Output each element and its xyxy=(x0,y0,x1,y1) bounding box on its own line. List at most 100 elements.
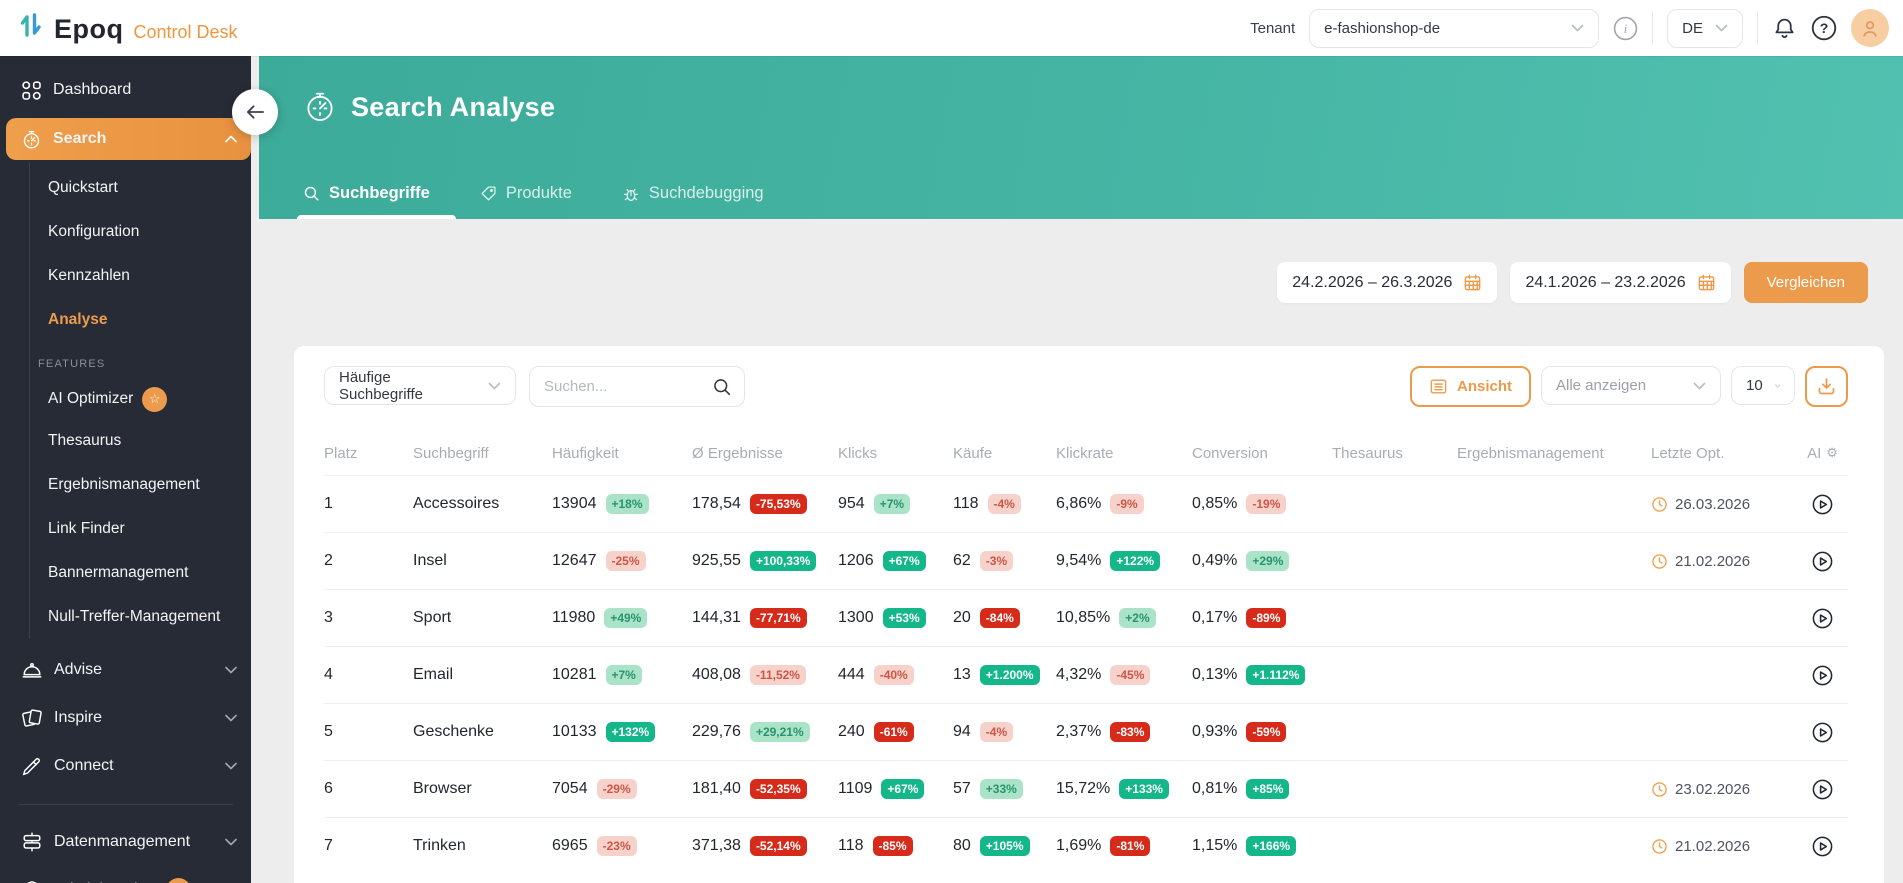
column-header[interactable]: Suchbegriff xyxy=(413,445,552,462)
user-avatar[interactable] xyxy=(1851,9,1889,47)
table-controls: Häufige Suchbegriffe Suchen... Ansicht A… xyxy=(324,366,1848,407)
page-size-select[interactable]: 10 xyxy=(1731,366,1795,405)
collapse-sidebar-button[interactable] xyxy=(232,89,278,135)
column-header[interactable]: Häufigkeit xyxy=(552,445,692,462)
term-type-select[interactable]: Häufige Suchbegriffe xyxy=(324,366,516,405)
chevron-down-icon xyxy=(225,714,237,722)
filter-band: 24.2.2026 – 26.3.2026 24.1.2026 – 23.2.2… xyxy=(259,219,1903,346)
sidebar-item-bannermanagement[interactable]: Bannermanagement xyxy=(0,551,251,595)
purchases-cell: 94 -4% xyxy=(953,722,1056,742)
date-range-picker-current[interactable]: 24.2.2026 – 26.3.2026 xyxy=(1277,262,1498,303)
sidebar-item-quickstart[interactable]: Quickstart xyxy=(0,166,251,210)
sidebar-item-label: Inspire xyxy=(54,709,103,726)
table-row[interactable]: 3 Sport 11980 +49% 144,31 -77,71% 1300 +53%… xyxy=(324,589,1848,646)
show-all-select[interactable]: Alle anzeigen xyxy=(1541,366,1721,405)
delta-badge: -4% xyxy=(979,722,1014,742)
compare-button[interactable]: Vergleichen xyxy=(1743,262,1868,303)
table-search-box xyxy=(529,366,745,407)
tenant-select[interactable]: e-fashionshop-de xyxy=(1309,8,1600,48)
play-details-button[interactable] xyxy=(1811,493,1834,516)
sidebar-item-label: Thesaurus xyxy=(48,432,122,449)
sidebar-section-features: FEATURES xyxy=(38,358,106,370)
purchases-cell: 57 +33% xyxy=(953,779,1056,799)
purchases-cell: 20 -84% xyxy=(953,608,1056,628)
column-header[interactable]: Ø Ergebnisse xyxy=(692,445,838,462)
clock-icon xyxy=(1652,496,1667,512)
tab-produkte[interactable]: Produkte xyxy=(480,184,576,219)
language-select[interactable]: DE xyxy=(1667,8,1743,48)
info-icon[interactable]: i xyxy=(1613,16,1638,41)
sidebar-item-dashboard[interactable]: Dashboard xyxy=(0,68,251,112)
sidebar-item-link-finder[interactable]: Link Finder xyxy=(0,507,251,551)
help-icon[interactable]: ? xyxy=(1811,15,1837,41)
table-row[interactable]: 2 Insel 12647 -25% 925,55 +100,33% 1206 +67… xyxy=(324,532,1848,589)
table-row[interactable]: 7 Trinken 6965 -23% 371,38 -52,14% 118 -85%… xyxy=(324,817,1848,874)
search-icon xyxy=(304,186,319,201)
column-header-ai[interactable]: AI ⚙ xyxy=(1797,445,1848,462)
tab-suchbegriffe[interactable]: Suchbegriffe xyxy=(297,184,456,219)
last-optimization-cell: 23.02.2026 xyxy=(1651,781,1797,798)
play-details-button[interactable] xyxy=(1811,721,1834,744)
date-range-picker-compare[interactable]: 24.1.2026 – 23.2.2026 xyxy=(1510,262,1731,303)
column-header[interactable]: Conversion xyxy=(1192,445,1332,462)
table-row[interactable]: 4 Email 10281 +7% 408,08 -11,52% 444 -40% 1… xyxy=(324,646,1848,703)
gear-icon: ⚙ xyxy=(1826,445,1838,460)
play-details-button[interactable] xyxy=(1811,607,1834,630)
sidebar-item-administration[interactable]: Administration ☆ xyxy=(0,866,251,883)
play-details-button[interactable] xyxy=(1811,835,1834,858)
notifications-bell-icon[interactable] xyxy=(1772,16,1797,41)
avg-results-cell: 178,54 -75,53% xyxy=(692,494,838,514)
sidebar-item-search[interactable]: Search xyxy=(6,118,251,160)
conversion-cell: 0,93% -59% xyxy=(1192,722,1332,742)
sidebar-item-datenmanagement[interactable]: Datenmanagement xyxy=(0,818,251,866)
download-button[interactable] xyxy=(1805,366,1848,407)
view-button[interactable]: Ansicht xyxy=(1409,366,1531,407)
play-details-button[interactable] xyxy=(1811,550,1834,573)
sidebar-item-kennzahlen[interactable]: Kennzahlen xyxy=(0,254,251,298)
play-details-button[interactable] xyxy=(1811,664,1834,687)
column-header[interactable]: Käufe xyxy=(953,445,1056,462)
search-term-cell: Browser xyxy=(413,780,472,797)
play-details-button[interactable] xyxy=(1811,778,1834,801)
delta-badge: -11,52% xyxy=(749,665,806,685)
sidebar-item-konfiguration[interactable]: Konfiguration xyxy=(0,210,251,254)
column-header[interactable]: Thesaurus xyxy=(1332,445,1457,462)
column-header[interactable]: Platz xyxy=(324,445,413,462)
ai-cell xyxy=(1797,778,1848,801)
column-header[interactable]: Klicks xyxy=(838,445,953,462)
rank-cell: 5 xyxy=(324,723,333,740)
sidebar-item-analyse[interactable]: Analyse xyxy=(0,298,251,342)
clock-icon xyxy=(1652,781,1667,797)
sidebar-item-thesaurus[interactable]: Thesaurus xyxy=(0,419,251,463)
frequency-cell: 7054 -29% xyxy=(552,779,692,799)
sidebar-item-null-treffer-management[interactable]: Null-Treffer-Management xyxy=(0,595,251,639)
table-row[interactable]: 6 Browser 7054 -29% 181,40 -52,35% 1109 +67… xyxy=(324,760,1848,817)
sidebar-item-advise[interactable]: Advise xyxy=(0,646,251,694)
sidebar-item-connect[interactable]: Connect xyxy=(0,742,251,790)
tab-suchdebugging[interactable]: Suchdebugging xyxy=(622,184,768,219)
search-term-cell: Trinken xyxy=(413,837,466,854)
sidebar-item-ai-optimizer[interactable]: AI Optimizer ☆ xyxy=(0,379,251,419)
delta-badge: +85% xyxy=(1246,779,1290,799)
clock-icon xyxy=(1652,553,1667,569)
table-row[interactable]: 1 Accessoires 13904 +18% 178,54 -75,53% 95… xyxy=(324,475,1848,532)
column-header[interactable]: Letzte Opt. xyxy=(1651,445,1797,462)
sidebar-item-inspire[interactable]: Inspire xyxy=(0,694,251,742)
ai-cell xyxy=(1797,493,1848,516)
column-header[interactable]: Klickrate xyxy=(1056,445,1192,462)
search-input[interactable] xyxy=(544,378,704,395)
chevron-down-icon xyxy=(1715,24,1728,32)
sidebar-item-label: Link Finder xyxy=(48,520,125,537)
logo-text: Epoq xyxy=(54,13,124,44)
avg-results-cell: 371,38 -52,14% xyxy=(692,836,838,856)
clickrate-cell: 6,86% -9% xyxy=(1056,494,1192,514)
table-row[interactable]: 5 Geschenke 10133 +132% 229,76 +29,21% 240… xyxy=(324,703,1848,760)
search-icon[interactable] xyxy=(712,377,732,397)
sidebar-item-ergebnismanagement[interactable]: Ergebnismanagement xyxy=(0,463,251,507)
delta-badge: -29% xyxy=(596,779,637,799)
bug-icon xyxy=(623,188,638,201)
column-header[interactable]: Ergebnismanagement xyxy=(1457,445,1651,462)
stopwatch-icon xyxy=(23,130,40,149)
calendar-icon xyxy=(1465,274,1481,291)
chevron-up-icon xyxy=(225,135,237,143)
